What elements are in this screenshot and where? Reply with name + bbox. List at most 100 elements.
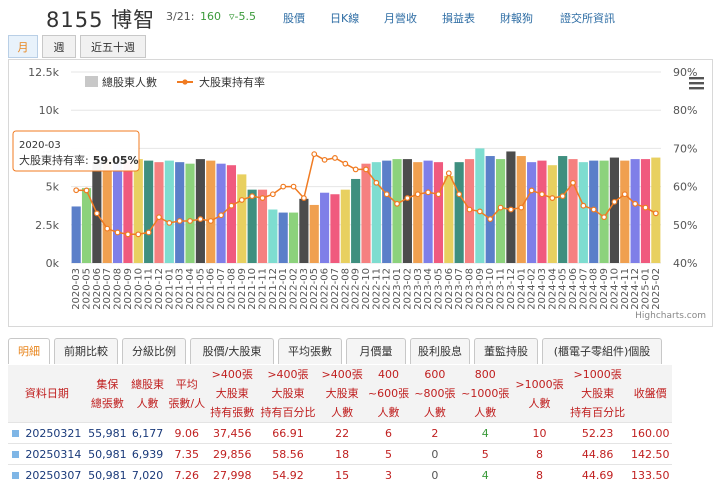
point-holding-rate[interactable] bbox=[478, 209, 483, 214]
bar-shareholders[interactable] bbox=[351, 179, 360, 263]
point-holding-rate[interactable] bbox=[312, 152, 317, 157]
point-holding-rate[interactable] bbox=[571, 180, 576, 185]
legend-label-shareholders[interactable]: 總股東人數 bbox=[102, 75, 157, 89]
point-holding-rate[interactable] bbox=[405, 196, 410, 201]
table-row[interactable]: 2025031450,9816,9397.3529,85658.56185058… bbox=[8, 444, 672, 465]
point-holding-rate[interactable] bbox=[395, 201, 400, 206]
bar-shareholders[interactable] bbox=[558, 156, 567, 263]
bar-shareholders[interactable] bbox=[620, 161, 629, 263]
point-holding-rate[interactable] bbox=[291, 184, 296, 189]
bar-shareholders[interactable] bbox=[175, 162, 184, 263]
bar-shareholders[interactable] bbox=[289, 213, 298, 263]
bar-shareholders[interactable] bbox=[382, 161, 391, 263]
bar-shareholders[interactable] bbox=[82, 188, 91, 263]
tab-tier-ratio[interactable]: 分級比例 bbox=[122, 338, 186, 364]
bar-shareholders[interactable] bbox=[196, 159, 205, 263]
point-holding-rate[interactable] bbox=[353, 167, 358, 172]
point-holding-rate[interactable] bbox=[447, 171, 452, 176]
tab-price-major-holders[interactable]: 股價/大股東 bbox=[190, 338, 274, 364]
point-holding-rate[interactable] bbox=[602, 215, 607, 220]
bar-shareholders[interactable] bbox=[403, 159, 412, 263]
tab-detail[interactable]: 明細 bbox=[8, 338, 50, 364]
tab-fifty-weeks[interactable]: 近五十週 bbox=[80, 35, 146, 58]
point-holding-rate[interactable] bbox=[219, 213, 224, 218]
bar-shareholders[interactable] bbox=[206, 161, 215, 263]
bar-shareholders[interactable] bbox=[154, 162, 163, 263]
bar-shareholders[interactable] bbox=[475, 148, 484, 263]
bar-shareholders[interactable] bbox=[424, 161, 433, 263]
bar-shareholders[interactable] bbox=[631, 159, 640, 263]
bar-shareholders[interactable] bbox=[610, 158, 619, 263]
highcharts-credit[interactable]: Highcharts.com bbox=[635, 311, 706, 321]
bar-shareholders[interactable] bbox=[413, 162, 422, 263]
bar-shareholders[interactable] bbox=[341, 190, 350, 263]
bar-shareholders[interactable] bbox=[134, 159, 143, 263]
point-holding-rate[interactable] bbox=[250, 194, 255, 199]
bar-shareholders[interactable] bbox=[568, 159, 577, 263]
point-holding-rate[interactable] bbox=[364, 167, 369, 172]
tab-director-holdings[interactable]: 董監持股 bbox=[474, 338, 538, 364]
point-holding-rate[interactable] bbox=[591, 207, 596, 212]
table-row[interactable]: 2025032155,9816,1779.0637,45666.91226241… bbox=[8, 423, 672, 444]
point-holding-rate[interactable] bbox=[581, 203, 586, 208]
bar-shareholders[interactable] bbox=[392, 159, 401, 263]
tab-month[interactable]: 月 bbox=[8, 35, 38, 58]
legend-label-holding-rate[interactable]: 大股東持有率 bbox=[199, 75, 265, 89]
table-row[interactable]: 2025030750,9817,0207.2627,99854.92153048… bbox=[8, 465, 672, 485]
bar-shareholders[interactable] bbox=[330, 194, 339, 263]
bar-shareholders[interactable] bbox=[165, 161, 174, 263]
point-holding-rate[interactable] bbox=[384, 192, 389, 197]
bar-shareholders[interactable] bbox=[641, 159, 650, 263]
point-holding-rate[interactable] bbox=[260, 196, 265, 201]
point-holding-rate[interactable] bbox=[95, 211, 100, 216]
context-menu-button[interactable] bbox=[689, 77, 704, 89]
point-holding-rate[interactable] bbox=[519, 205, 524, 210]
point-holding-rate[interactable] bbox=[343, 161, 348, 166]
bar-shareholders[interactable] bbox=[444, 176, 453, 263]
chart-legend[interactable]: 總股東人數 大股東持有率 bbox=[85, 75, 265, 89]
point-holding-rate[interactable] bbox=[198, 217, 203, 222]
point-holding-rate[interactable] bbox=[374, 180, 379, 185]
point-holding-rate[interactable] bbox=[622, 192, 627, 197]
nav-link-income-statement[interactable]: 損益表 bbox=[442, 10, 475, 26]
point-holding-rate[interactable] bbox=[177, 219, 182, 224]
bar-shareholders[interactable] bbox=[113, 161, 122, 263]
bar-shareholders[interactable] bbox=[361, 164, 370, 263]
point-holding-rate[interactable] bbox=[498, 205, 503, 210]
bar-shareholders[interactable] bbox=[651, 158, 660, 263]
bar-shareholders[interactable] bbox=[185, 164, 194, 263]
bar-shareholders[interactable] bbox=[455, 162, 464, 263]
tab-monthly-price-volume[interactable]: 月價量 bbox=[346, 338, 406, 364]
point-holding-rate[interactable] bbox=[415, 192, 420, 197]
bar-shareholders[interactable] bbox=[548, 165, 557, 263]
point-holding-rate[interactable] bbox=[105, 226, 110, 231]
point-holding-rate[interactable] bbox=[115, 230, 120, 235]
point-holding-rate[interactable] bbox=[529, 188, 534, 193]
point-holding-rate[interactable] bbox=[560, 194, 565, 199]
point-holding-rate[interactable] bbox=[157, 215, 162, 220]
point-holding-rate[interactable] bbox=[74, 188, 79, 193]
bar-shareholders[interactable] bbox=[527, 162, 536, 263]
bar-shareholders[interactable] bbox=[537, 161, 546, 263]
nav-link-twse-info[interactable]: 證交所資訊 bbox=[560, 10, 615, 26]
point-holding-rate[interactable] bbox=[167, 221, 172, 226]
bar-shareholders[interactable] bbox=[310, 205, 319, 263]
point-holding-rate[interactable] bbox=[208, 219, 213, 224]
point-holding-rate[interactable] bbox=[239, 198, 244, 203]
bar-shareholders[interactable] bbox=[579, 162, 588, 263]
point-holding-rate[interactable] bbox=[633, 201, 638, 206]
point-holding-rate[interactable] bbox=[188, 219, 193, 224]
point-holding-rate[interactable] bbox=[643, 205, 648, 210]
bar-shareholders[interactable] bbox=[372, 162, 381, 263]
nav-link-daily-k[interactable]: 日K線 bbox=[330, 10, 359, 26]
point-holding-rate[interactable] bbox=[84, 188, 89, 193]
bar-shareholders[interactable] bbox=[299, 199, 308, 263]
bar-shareholders[interactable] bbox=[144, 161, 153, 263]
bar-shareholders[interactable] bbox=[123, 161, 132, 263]
point-holding-rate[interactable] bbox=[550, 196, 555, 201]
bar-shareholders[interactable] bbox=[72, 206, 81, 263]
point-holding-rate[interactable] bbox=[467, 207, 472, 212]
point-holding-rate[interactable] bbox=[333, 156, 338, 161]
nav-link-stock-price[interactable]: 股價 bbox=[283, 10, 305, 26]
bar-shareholders[interactable] bbox=[279, 213, 288, 263]
